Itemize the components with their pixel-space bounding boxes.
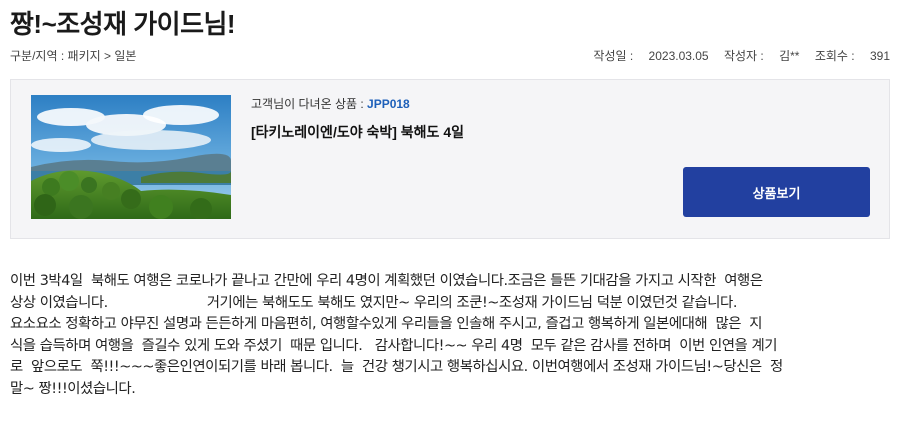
author-label: 작성자 [723, 49, 758, 63]
post-stats: 작성일 : 2023.03.05 작성자 : 김** 조회수 : 391 [593, 47, 890, 64]
review-line: 말~ 짱!!!이셨습니다. [10, 380, 136, 397]
date-value: 2023.03.05 [648, 49, 709, 63]
product-info: 고객님이 다녀온 상품 : JPP018 [타키노레이엔/도야 숙박] 북해도 … [251, 95, 671, 142]
post-title: 짱!~조성재 가이드님! [10, 9, 236, 39]
date-label: 작성일 [593, 49, 627, 63]
views-info: 조회수 : 391 [814, 49, 890, 63]
views-label: 조회수 [814, 49, 848, 63]
landscape-photo-icon [31, 95, 231, 219]
author-info: 작성자 : 김** [723, 49, 800, 63]
review-line: 상상 이였습니다. 거기에는 북해도도 북해도 였지만~ 우리의 조쿤!~조성재… [10, 294, 737, 311]
review-line: 이번 3박4일 북해도 여행은 코로나가 끝나고 간만에 우리 4명이 계획했던… [10, 273, 763, 289]
product-thumbnail[interactable] [31, 95, 231, 219]
product-name[interactable]: [타키노레이엔/도야 숙박] 북해도 4일 [251, 122, 671, 142]
post-meta: 구분/지역 : 패키지 > 일본 작성일 : 2023.03.05 작성자 : … [10, 47, 890, 65]
review-line: 로 앞으로도 쭉!!!~~~좋은인연이되기를 바래 봅니다. 늘 건강 챙기시고… [10, 359, 783, 376]
author-value: 김** [779, 49, 800, 63]
review-line: 요소요소 정확하고 야무진 설명과 든든하게 마음편히, 여행할수있게 우리들을… [10, 316, 763, 333]
views-value: 391 [869, 49, 890, 63]
date-info: 작성일 : 2023.03.05 [593, 49, 709, 63]
category-value: 패키지 > 일본 [67, 49, 137, 63]
category-info: 구분/지역 : 패키지 > 일본 [10, 49, 137, 63]
product-code: JPP018 [367, 97, 410, 111]
view-product-button[interactable]: 상품보기 [683, 167, 870, 217]
product-code-line: 고객님이 다녀온 상품 : JPP018 [251, 95, 671, 112]
review-line: 식을 습득하며 여행을 즐길수 있게 도와 주셨기 때문 입니다. 감사합니다!… [10, 337, 778, 354]
product-code-prefix: 고객님이 다녀온 상품 : [251, 97, 368, 111]
review-page: 짱!~조성재 가이드님! 구분/지역 : 패키지 > 일본 작성일 : 2023… [0, 0, 897, 434]
review-body: 이번 3박4일 북해도 여행은 코로나가 끝나고 간만에 우리 4명이 계획했던… [10, 271, 892, 401]
category-label: 구분/지역 [10, 49, 58, 63]
product-card: 고객님이 다녀온 상품 : JPP018 [타키노레이엔/도야 숙박] 북해도 … [10, 79, 890, 239]
